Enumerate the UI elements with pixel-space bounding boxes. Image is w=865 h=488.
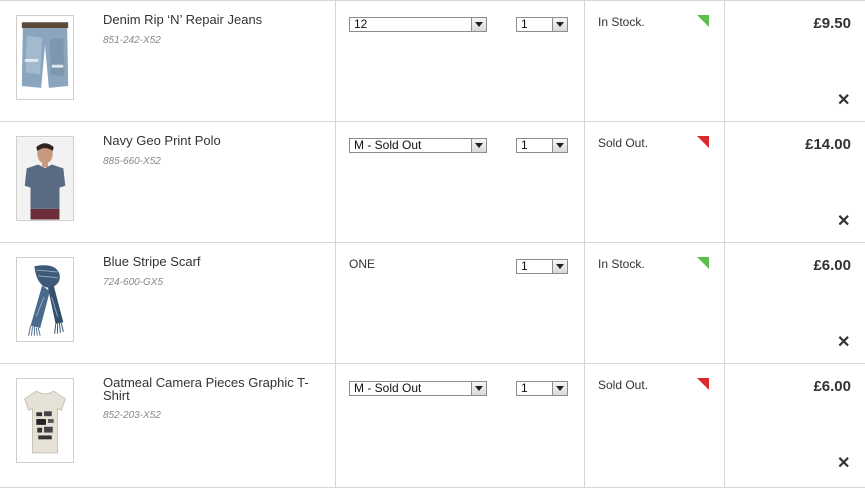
size-value: ONE (349, 257, 376, 271)
dropdown-arrow-icon[interactable] (552, 18, 567, 31)
column-divider (724, 243, 725, 363)
column-divider (584, 364, 585, 487)
quantity-select[interactable]: 1 (516, 381, 568, 396)
stock-status: In Stock. (598, 257, 645, 271)
bag-item-row: Oatmeal Camera Pieces Graphic T-Shirt 85… (0, 364, 865, 488)
size-select[interactable]: 12 (349, 17, 487, 32)
product-thumbnail-polo[interactable] (16, 136, 74, 221)
item-price: £6.00 (813, 378, 851, 395)
product-name[interactable]: Blue Stripe Scarf (103, 255, 323, 268)
product-name[interactable]: Navy Geo Print Polo (103, 134, 323, 147)
quantity-select[interactable]: 1 (516, 17, 568, 32)
product-code: 851-242-X52 (103, 35, 161, 46)
dropdown-arrow-icon[interactable] (552, 139, 567, 152)
remove-item-button[interactable]: ✕ (837, 335, 850, 351)
product-code: 852-203-X52 (103, 410, 161, 421)
shopping-bag-table: Denim Rip ‘N’ Repair Jeans 851-242-X52 1… (0, 0, 865, 488)
product-name[interactable]: Denim Rip ‘N’ Repair Jeans (103, 13, 323, 26)
quantity-select-value: 1 (521, 138, 528, 152)
column-divider (584, 243, 585, 363)
quantity-select[interactable]: 1 (516, 138, 568, 153)
quantity-select-value: 1 (521, 381, 528, 395)
bag-item-row: Blue Stripe Scarf 724-600-GX5 ONE 1 In S… (0, 243, 865, 364)
product-thumbnail-scarf[interactable] (16, 257, 74, 342)
column-divider (724, 122, 725, 242)
stock-status: In Stock. (598, 15, 645, 29)
product-name[interactable]: Oatmeal Camera Pieces Graphic T-Shirt (103, 376, 323, 402)
stock-flag-icon (697, 378, 709, 390)
dropdown-arrow-icon[interactable] (552, 260, 567, 273)
column-divider (724, 364, 725, 487)
stock-flag-icon (697, 257, 709, 269)
product-code: 724-600-GX5 (103, 277, 164, 288)
dropdown-arrow-icon[interactable] (471, 382, 486, 395)
remove-item-button[interactable]: ✕ (837, 93, 850, 109)
quantity-select-value: 1 (521, 17, 528, 31)
stock-flag-icon (697, 136, 709, 148)
size-select[interactable]: M - Sold Out (349, 138, 487, 153)
product-code: 885-660-X52 (103, 156, 161, 167)
column-divider (724, 1, 725, 121)
stock-status: Sold Out. (598, 378, 649, 392)
bag-item-row: Denim Rip ‘N’ Repair Jeans 851-242-X52 1… (0, 1, 865, 122)
bag-item-row: Navy Geo Print Polo 885-660-X52 M - Sold… (0, 122, 865, 243)
column-divider (584, 122, 585, 242)
dropdown-arrow-icon[interactable] (471, 139, 486, 152)
product-thumbnail-tshirt[interactable] (16, 378, 74, 463)
dropdown-arrow-icon[interactable] (471, 18, 486, 31)
remove-item-button[interactable]: ✕ (837, 214, 850, 230)
size-select-value: M - Sold Out (354, 381, 422, 395)
stock-flag-icon (697, 15, 709, 27)
column-divider (335, 243, 336, 363)
stock-status: Sold Out. (598, 136, 649, 150)
product-thumbnail-jeans[interactable] (16, 15, 74, 100)
item-price: £6.00 (813, 257, 851, 274)
size-select-value: M - Sold Out (354, 138, 422, 152)
remove-item-button[interactable]: ✕ (837, 456, 850, 472)
column-divider (335, 364, 336, 487)
column-divider (584, 1, 585, 121)
column-divider (335, 1, 336, 121)
item-price: £14.00 (805, 136, 851, 153)
item-price: £9.50 (813, 15, 851, 32)
dropdown-arrow-icon[interactable] (552, 382, 567, 395)
size-select[interactable]: M - Sold Out (349, 381, 487, 396)
size-select-value: 12 (354, 17, 368, 31)
quantity-select-value: 1 (521, 259, 528, 273)
quantity-select[interactable]: 1 (516, 259, 568, 274)
column-divider (335, 122, 336, 242)
